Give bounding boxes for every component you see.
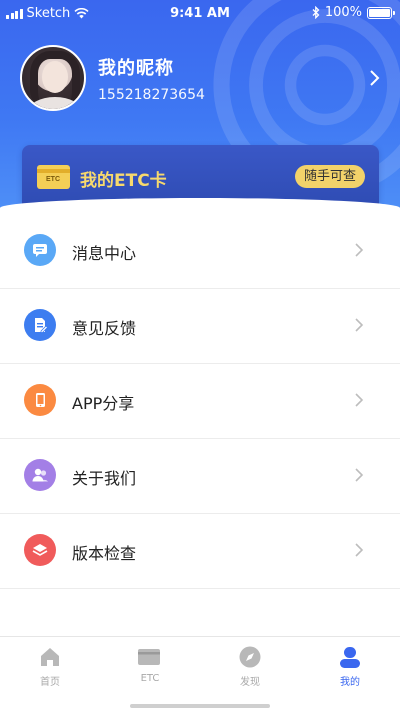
compass-icon <box>239 646 261 668</box>
menu-item-version-check[interactable]: 版本检查 <box>0 514 400 589</box>
menu-item-about-us[interactable]: 关于我们 <box>0 439 400 514</box>
chevron-right-icon <box>370 70 380 86</box>
profile-phone: 155218273654 <box>98 86 205 103</box>
menu-item-messages[interactable]: 消息中心 <box>0 214 400 289</box>
tab-label: 首页 <box>40 677 60 688</box>
chevron-right-icon <box>355 393 364 407</box>
status-bar: Sketch 9:41 AM 100% <box>0 0 400 28</box>
etc-card-icon-label: ETC <box>46 176 60 183</box>
profile-nickname: 我的昵称 <box>98 57 174 79</box>
chevron-right-icon <box>355 543 364 557</box>
settings-menu: 消息中心 意见反馈 APP分享 关于我们 版本检查 <box>0 214 400 589</box>
home-icon <box>41 648 59 666</box>
tab-discover[interactable]: 发现 <box>200 637 300 692</box>
etc-quick-check-button[interactable]: 随手可查 <box>294 165 365 188</box>
menu-label: APP分享 <box>72 394 135 413</box>
profile-row[interactable]: 我的昵称 155218273654 <box>20 45 390 111</box>
message-icon <box>24 234 56 266</box>
etc-card-title: 我的ETC卡 <box>80 171 167 191</box>
menu-label: 版本检查 <box>72 544 137 563</box>
battery-icon <box>367 6 395 19</box>
chevron-right-icon <box>355 318 364 332</box>
home-indicator <box>130 704 270 708</box>
avatar[interactable] <box>20 45 86 111</box>
tab-mine[interactable]: 我的 <box>300 637 400 692</box>
tab-label: 我的 <box>340 677 360 688</box>
tab-label: ETC <box>140 673 160 684</box>
people-icon <box>24 459 56 491</box>
phone-icon <box>24 384 56 416</box>
tab-etc[interactable]: ETC <box>100 637 200 692</box>
chevron-right-icon <box>355 243 364 257</box>
menu-label: 关于我们 <box>72 469 137 488</box>
etc-card-icon <box>138 649 160 665</box>
feedback-icon <box>24 309 56 341</box>
menu-label: 意见反馈 <box>72 319 137 338</box>
battery-percent: 100% <box>324 5 362 20</box>
menu-label: 消息中心 <box>72 244 137 263</box>
tab-label: 发现 <box>240 677 260 688</box>
etc-card-icon: ETC <box>37 165 70 189</box>
menu-item-app-share[interactable]: APP分享 <box>0 364 400 439</box>
bottom-tab-bar: 首页 ETC 发现 我的 <box>0 636 400 691</box>
bluetooth-icon <box>312 6 320 19</box>
chevron-right-icon <box>355 468 364 482</box>
tab-home[interactable]: 首页 <box>0 637 100 692</box>
layers-icon <box>24 534 56 566</box>
user-icon <box>340 647 360 668</box>
menu-item-feedback[interactable]: 意见反馈 <box>0 289 400 364</box>
